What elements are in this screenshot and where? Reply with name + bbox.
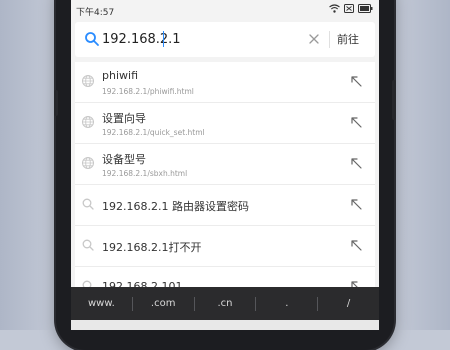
shortcut-key-com[interactable]: .com xyxy=(133,298,194,309)
clear-icon[interactable] xyxy=(307,32,321,46)
item-title: 设置向导 xyxy=(102,112,146,125)
globe-icon xyxy=(82,116,94,128)
fill-arrow-icon[interactable] xyxy=(350,116,363,129)
item-url: 192.168.2.1/sbxh.html xyxy=(102,169,188,178)
phone-screen: 下午4:57 前往 xyxy=(71,0,379,330)
keyboard-shortcut-bar: www. .com .cn . / xyxy=(71,287,379,320)
fill-arrow-icon[interactable] xyxy=(350,157,363,170)
status-icons xyxy=(329,4,373,13)
search-icon xyxy=(82,198,94,210)
status-time: 下午4:57 xyxy=(76,8,115,18)
sim-icon xyxy=(344,4,354,13)
item-title: 192.168.2.1打不开 xyxy=(102,241,202,254)
list-item[interactable]: phiwifi 192.168.2.1/phiwifi.html xyxy=(75,62,375,103)
suggestion-list: phiwifi 192.168.2.1/phiwifi.html 设置向导 19… xyxy=(75,62,375,308)
go-button[interactable]: 前往 xyxy=(337,31,359,47)
item-title: 192.168.2.1 路由器设置密码 xyxy=(102,200,249,213)
shortcut-key-www[interactable]: www. xyxy=(71,298,132,309)
shortcut-key-slash[interactable]: / xyxy=(318,298,379,309)
shortcut-key-cn[interactable]: .cn xyxy=(195,298,256,309)
list-item[interactable]: 192.168.2.1 路由器设置密码 xyxy=(75,185,375,226)
search-icon xyxy=(82,239,94,251)
power-button xyxy=(392,80,396,120)
item-title: 设备型号 xyxy=(102,153,146,166)
battery-icon xyxy=(358,4,373,13)
fill-arrow-icon[interactable] xyxy=(350,239,363,252)
fill-arrow-icon[interactable] xyxy=(350,198,363,211)
item-title: phiwifi xyxy=(102,69,138,82)
address-bar: 前往 xyxy=(75,22,375,57)
globe-icon xyxy=(82,157,94,169)
status-bar: 下午4:57 xyxy=(71,0,379,20)
list-item[interactable]: 192.168.2.1打不开 xyxy=(75,226,375,267)
item-url: 192.168.2.1/quick_set.html xyxy=(102,128,205,137)
wifi-icon xyxy=(329,4,340,13)
list-item[interactable]: 设备型号 192.168.2.1/sbxh.html xyxy=(75,144,375,185)
globe-icon xyxy=(82,75,94,87)
keyboard-top-edge xyxy=(71,320,379,330)
url-input[interactable] xyxy=(102,28,302,50)
item-url: 192.168.2.1/phiwifi.html xyxy=(102,87,194,96)
search-icon xyxy=(85,32,99,46)
fill-arrow-icon[interactable] xyxy=(350,75,363,88)
divider xyxy=(329,31,330,48)
list-item[interactable]: 设置向导 192.168.2.1/quick_set.html xyxy=(75,103,375,144)
shortcut-key-dot[interactable]: . xyxy=(256,298,317,309)
text-caret xyxy=(163,31,164,47)
volume-button xyxy=(54,90,58,116)
